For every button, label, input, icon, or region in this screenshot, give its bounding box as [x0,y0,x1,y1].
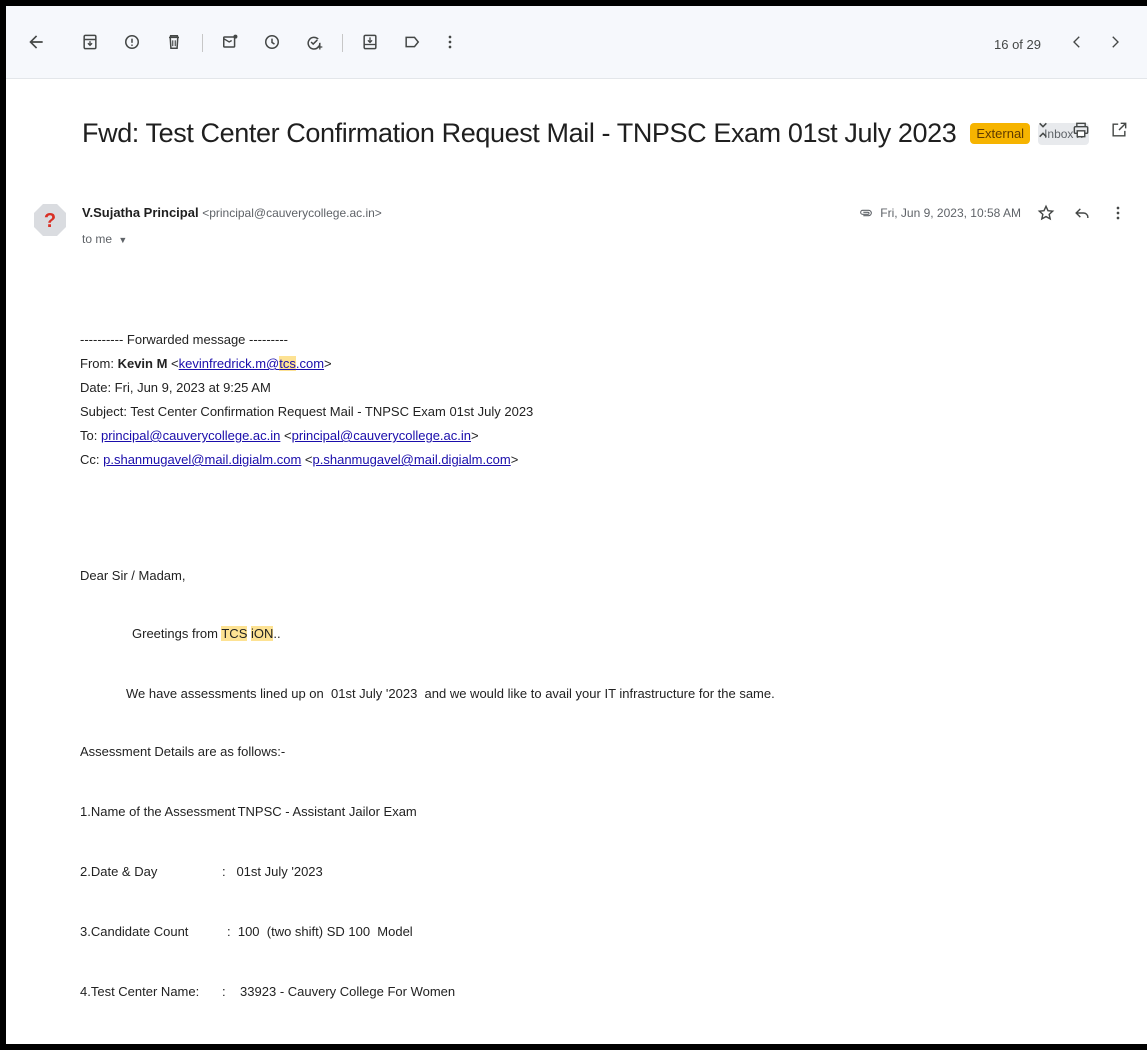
message-date: Fri, Jun 9, 2023, 10:58 AM [858,205,1021,221]
print-icon[interactable] [1071,120,1091,140]
forwarded-from: From: Kevin M <kevinfredrick.m@tcs.com> [80,356,332,371]
snooze-icon[interactable] [260,30,284,54]
bracket: < [171,356,179,371]
open-new-window-icon[interactable] [1109,120,1129,140]
caret-down-icon[interactable]: ▼ [118,235,127,245]
highlight-tcs: TCS [221,626,248,641]
greeting-line: Dear Sir / Madam, [80,568,186,583]
detail-value: : 100 (two shift) SD 100 Model [227,924,413,939]
bracket: < [301,452,313,467]
sender-email: <principal@cauverycollege.ac.in> [202,206,382,220]
details-heading: Assessment Details are as follows:- [80,744,286,759]
message-date-text: Fri, Jun 9, 2023, 10:58 AM [880,206,1021,220]
forwarded-date: Date: Fri, Jun 9, 2023 at 9:25 AM [80,380,271,395]
message-meta: Fri, Jun 9, 2023, 10:58 AM [858,202,1129,224]
highlight-ion: iON [250,626,274,641]
sender-line: V.Sujatha Principal <principal@cauveryco… [82,205,382,220]
sender-name[interactable]: V.Sujatha Principal [82,205,199,220]
detail-row: 4.Test Center Name: : 33923 - Cauvery Col… [80,984,455,999]
forwarded-to: To: principal@cauverycollege.ac.in <prin… [80,428,479,443]
detail-row: 3.Candidate Count : 100 (two shift) SD 10… [80,924,413,939]
detail-row: 1.Name of the Assessment: TNPSC - Assist… [80,804,417,819]
bracket: > [471,428,479,443]
from-email-highlight: tcs [279,356,296,371]
detail-label: 2.Date & Day [80,864,158,879]
pagination-count: 16 of 29 [994,37,1041,52]
subject-actions [1033,120,1129,140]
forwarded-subject: Subject: Test Center Confirmation Reques… [80,404,534,419]
bracket: > [510,452,519,467]
from-email-link[interactable]: kevinfredrick.m@tcs.com [179,356,324,371]
sender-avatar[interactable]: ? [32,202,68,238]
greetings-line: Greetings from TCS iON.. [132,626,281,641]
cc-label: Cc: [80,452,100,467]
greetings-text: .. [273,626,281,641]
move-to-icon[interactable] [358,30,382,54]
newer-icon[interactable] [1065,30,1089,54]
message-subject: Fwd: Test Center Confirmation Request Ma… [82,118,957,148]
message-toolbar: 16 of 29 [6,6,1147,79]
detail-label: 4.Test Center Name: [80,984,200,999]
detail-label: 3.Candidate Count [80,924,189,939]
avatar-glyph: ? [44,210,56,232]
toolbar-divider [342,34,343,52]
star-icon[interactable] [1035,202,1057,224]
message-more-icon[interactable] [1107,202,1129,224]
label-icon[interactable] [400,30,424,54]
to-label: To: [80,428,98,443]
mark-unread-icon[interactable] [218,30,242,54]
detail-row: 2.Date & Day : 01st July '2023 [80,864,323,879]
bracket: < [280,428,292,443]
detail-value: : TNPSC - Assistant Jailor Exam [227,804,417,819]
detail-value: : 01st July '2023 [222,864,323,879]
forwarded-header: ---------- Forwarded message --------- [80,332,288,347]
more-vert-icon[interactable] [438,30,462,54]
detail-label: 1.Name of the Assessment [80,804,236,819]
reply-icon[interactable] [1071,202,1093,224]
subject-row: Fwd: Test Center Confirmation Request Ma… [82,118,1089,149]
recipient-text: to me [82,232,113,246]
expand-collapse-icon[interactable] [1033,120,1053,140]
intro-line: We have assessments lined up on 01st Jul… [126,686,775,701]
back-icon[interactable] [24,30,48,54]
from-label: From: [80,356,114,371]
delete-icon[interactable] [162,30,186,54]
gmail-message-view: 16 of 29 Fwd: Test Center Confirmation R… [6,6,1147,1044]
to-email-link-2[interactable]: principal@cauverycollege.ac.in [292,428,471,443]
from-email-part: kevinfredrick.m@ [178,356,280,371]
add-task-icon[interactable] [302,30,326,54]
cc-email-link[interactable]: p.shanmugavel@mail.digialm.com [103,452,301,467]
detail-value: : 33923 - Cauvery College For Women [222,984,456,999]
recipient-details-toggle[interactable]: to me ▼ [82,232,127,246]
report-spam-icon[interactable] [120,30,144,54]
bracket: > [324,356,332,371]
attachment-icon [860,209,873,217]
forwarded-cc: Cc: p.shanmugavel@mail.digialm.com <p.sh… [80,452,518,467]
greetings-text: Greetings from [132,626,222,641]
cc-email-link-2[interactable]: p.shanmugavel@mail.digialm.com [313,452,511,467]
from-name: Kevin M [117,356,168,371]
external-label-badge[interactable]: External [970,123,1031,144]
to-email-link[interactable]: principal@cauverycollege.ac.in [101,428,280,443]
older-icon[interactable] [1103,30,1127,54]
from-email-part: .com [295,356,325,371]
archive-icon[interactable] [78,30,102,54]
toolbar-divider [202,34,203,52]
